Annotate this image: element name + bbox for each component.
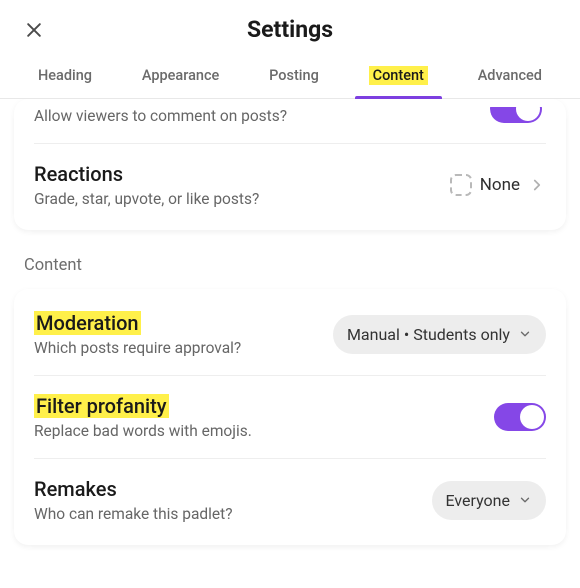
- content-card: Moderation Which posts require approval?…: [14, 289, 566, 545]
- remakes-desc: Who can remake this padlet?: [34, 505, 432, 523]
- reactions-title: Reactions: [34, 162, 450, 186]
- filter-toggle[interactable]: [494, 403, 546, 431]
- tab-posting[interactable]: Posting: [255, 55, 333, 98]
- comments-toggle[interactable]: [490, 107, 542, 123]
- moderation-value: Manual • Students only: [347, 325, 510, 344]
- chevron-down-icon: [518, 493, 532, 507]
- comments-row: Allow viewers to comment on posts?: [34, 103, 546, 143]
- tab-content[interactable]: Content: [355, 55, 442, 98]
- moderation-select[interactable]: Manual • Students only: [333, 315, 546, 354]
- remakes-row: Remakes Who can remake this padlet? Ever…: [34, 458, 546, 541]
- content-section-label: Content: [14, 248, 566, 289]
- posting-card: Allow viewers to comment on posts? React…: [14, 99, 566, 230]
- reactions-desc: Grade, star, upvote, or like posts?: [34, 190, 450, 208]
- close-icon[interactable]: [24, 20, 44, 40]
- chevron-down-icon: [518, 327, 532, 341]
- moderation-row: Moderation Which posts require approval?…: [34, 293, 546, 375]
- remakes-value: Everyone: [446, 491, 510, 510]
- page-title: Settings: [24, 16, 556, 43]
- comments-toggle-wrap: [490, 107, 546, 125]
- filter-row: Filter profanity Replace bad words with …: [34, 375, 546, 458]
- none-icon: [450, 174, 472, 196]
- tab-heading[interactable]: Heading: [24, 55, 106, 98]
- header: Settings: [0, 0, 580, 55]
- remakes-select[interactable]: Everyone: [432, 481, 546, 520]
- tabs: Heading Appearance Posting Content Advan…: [0, 55, 580, 99]
- reactions-value: None: [480, 175, 520, 195]
- tab-advanced[interactable]: Advanced: [464, 55, 556, 98]
- chevron-right-icon: [528, 176, 546, 194]
- comments-desc: Allow viewers to comment on posts?: [34, 107, 490, 125]
- moderation-title: Moderation: [34, 311, 333, 335]
- reactions-row[interactable]: Reactions Grade, star, upvote, or like p…: [34, 143, 546, 226]
- remakes-title: Remakes: [34, 477, 432, 501]
- moderation-desc: Which posts require approval?: [34, 339, 333, 357]
- tab-appearance[interactable]: Appearance: [128, 55, 233, 98]
- filter-title: Filter profanity: [34, 394, 494, 418]
- filter-desc: Replace bad words with emojis.: [34, 422, 494, 440]
- settings-scroll[interactable]: Allow viewers to comment on posts? React…: [0, 99, 580, 588]
